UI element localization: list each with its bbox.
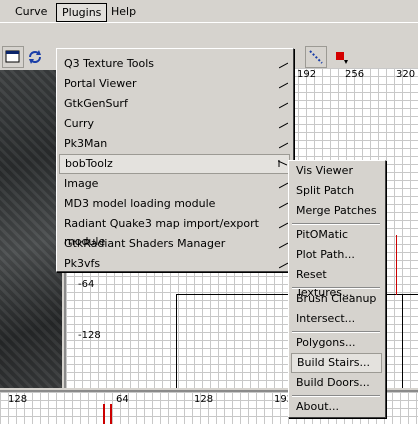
toolbar-clipper-button[interactable] — [305, 46, 327, 68]
menu-separator — [292, 331, 380, 333]
plugins-item-pk3vfs[interactable]: Pk3vfs — [59, 255, 290, 273]
grid-label: -64 — [78, 279, 95, 290]
bobtoolz-item-merge-patches[interactable]: Merge Patches — [291, 202, 382, 220]
bobtoolz-item-brush-cleanup[interactable]: Brush Cleanup — [291, 290, 382, 308]
selection-marker — [110, 404, 112, 424]
toolbar-rotate-button[interactable] — [24, 46, 46, 68]
plugins-item-image[interactable]: Image — [59, 175, 290, 193]
menu-item-label: bobToolz — [65, 157, 113, 170]
submenu-arrow-icon — [279, 262, 288, 269]
submenu-arrow-icon — [279, 222, 288, 229]
bobtoolz-item-about[interactable]: About... — [291, 398, 382, 416]
plugins-item-md3-model-loading[interactable]: MD3 model loading module — [59, 195, 290, 213]
menu-item-label: GtkGenSurf — [64, 97, 128, 110]
bobtoolz-item-vis-viewer[interactable]: Vis Viewer — [291, 162, 382, 180]
diagonal-line-icon — [309, 50, 323, 64]
grid-label: 192 — [297, 69, 317, 80]
menu-item-label: Pk3Man — [64, 137, 108, 150]
plugins-item-quake3-map-import-export[interactable]: Radiant Quake3 map import/export module — [59, 215, 290, 248]
bobtoolz-item-build-doors[interactable]: Build Doors... — [291, 374, 382, 392]
bobtoolz-item-pitomatic[interactable]: PitOMatic — [291, 226, 382, 244]
grid-label: 128 — [8, 394, 28, 405]
bobtoolz-item-plot-path[interactable]: Plot Path... — [291, 246, 382, 264]
menu-curve[interactable]: Curve — [10, 3, 52, 20]
submenu-arrow-icon — [279, 62, 288, 69]
bobtoolz-item-split-patch[interactable]: Split Patch — [291, 182, 382, 200]
bobtoolz-item-build-stairs[interactable]: Build Stairs... — [291, 353, 382, 373]
brush-edge — [402, 294, 403, 388]
bobtoolz-item-intersect[interactable]: Intersect... — [291, 310, 382, 328]
menubar: Curve Plugins Help — [0, 0, 418, 40]
menu-separator — [292, 287, 380, 289]
submenu-arrow-icon — [279, 182, 288, 189]
plugins-item-q3-texture-tools[interactable]: Q3 Texture Tools — [59, 55, 290, 73]
plugins-item-bobtoolz[interactable]: bobToolz — [59, 154, 290, 174]
plugins-item-portal-viewer[interactable]: Portal Viewer — [59, 75, 290, 93]
plugins-menu: Q3 Texture Tools Portal Viewer GtkGenSur… — [56, 48, 294, 272]
menu-item-label: Pk3vfs — [64, 257, 101, 270]
menu-plugins[interactable]: Plugins — [56, 3, 108, 22]
menu-item-label: MD3 model loading module — [64, 197, 216, 210]
bobtoolz-item-reset-textures[interactable]: Reset Textures... — [291, 266, 382, 299]
menu-help[interactable]: Help — [106, 3, 141, 20]
rotate-arrows-icon — [29, 50, 41, 64]
selection-marker — [396, 235, 397, 295]
plugins-item-pk3man[interactable]: Pk3Man — [59, 135, 290, 153]
menu-item-label: Portal Viewer — [64, 77, 137, 90]
menu-item-label: Curry — [64, 117, 95, 130]
submenu-arrow-icon — [279, 202, 288, 209]
grid-label: 128 — [194, 394, 214, 405]
menu-item-label: Q3 Texture Tools — [64, 57, 155, 70]
grid-label: 256 — [345, 69, 365, 80]
window-icon — [5, 50, 20, 63]
brush-edge — [176, 294, 177, 388]
toolbar-brush-button[interactable] — [330, 46, 352, 68]
camera-view[interactable] — [0, 70, 62, 388]
selection-marker — [103, 404, 105, 424]
plugins-item-gtkgensurf[interactable]: GtkGenSurf — [59, 95, 290, 113]
menu-item-label: Image — [64, 177, 99, 190]
menu-item-label: GtkRadiant Shaders Manager — [64, 237, 226, 250]
submenu-arrow-icon — [279, 142, 288, 149]
submenu-arrow-icon — [279, 242, 288, 249]
toolbar-view-button[interactable] — [2, 46, 24, 68]
submenu-arrow-icon — [279, 102, 288, 109]
grid-label: 64 — [116, 394, 129, 405]
menubar-strip: Curve Plugins Help — [0, 0, 418, 23]
bobtoolz-item-polygons[interactable]: Polygons... — [291, 334, 382, 352]
grid-label: 320 — [396, 69, 416, 80]
menu-separator — [292, 223, 380, 225]
submenu-arrow-icon — [279, 122, 288, 129]
red-brush-icon — [336, 52, 348, 64]
plugins-item-shaders-manager[interactable]: GtkRadiant Shaders Manager — [59, 235, 290, 253]
submenu-arrow-icon — [278, 160, 287, 167]
bobtoolz-submenu: Vis Viewer Split Patch Merge Patches Pit… — [288, 160, 386, 418]
plugins-item-curry[interactable]: Curry — [59, 115, 290, 133]
menu-separator — [292, 395, 380, 397]
submenu-arrow-icon — [279, 82, 288, 89]
grid-label: -128 — [78, 330, 101, 341]
